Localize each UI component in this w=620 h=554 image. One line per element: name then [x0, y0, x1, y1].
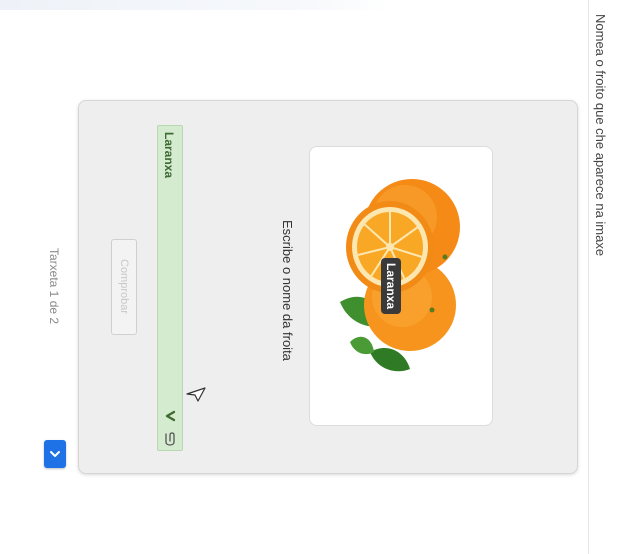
check-button[interactable]: Comprobar	[111, 239, 137, 335]
chevron-down-icon	[50, 451, 60, 457]
card-pager: Tarxeta 1 de 2	[47, 248, 61, 325]
answer-value[interactable]: Laranxa	[162, 132, 176, 178]
dropdown-toggle[interactable]	[44, 440, 66, 468]
answer-prompt: Escribe o nome da froita	[280, 220, 295, 361]
image-label-tag: Laranxa	[381, 258, 401, 314]
check-button-label: Comprobar	[118, 259, 130, 315]
fruit-image	[309, 146, 493, 426]
panel-divider	[588, 0, 589, 554]
top-bar	[0, 0, 390, 10]
check-icon	[165, 410, 176, 422]
answer-input[interactable]: Laranxa	[157, 125, 183, 451]
paperclip-icon[interactable]	[163, 430, 177, 446]
image-label: Laranxa	[384, 262, 398, 310]
flashcard: Laranxa Escribe o nome da froita Laranxa…	[78, 100, 578, 474]
task-instruction: Nomea o froito que che aparece na imaxe	[593, 14, 608, 257]
mouse-pointer-icon	[186, 387, 206, 402]
